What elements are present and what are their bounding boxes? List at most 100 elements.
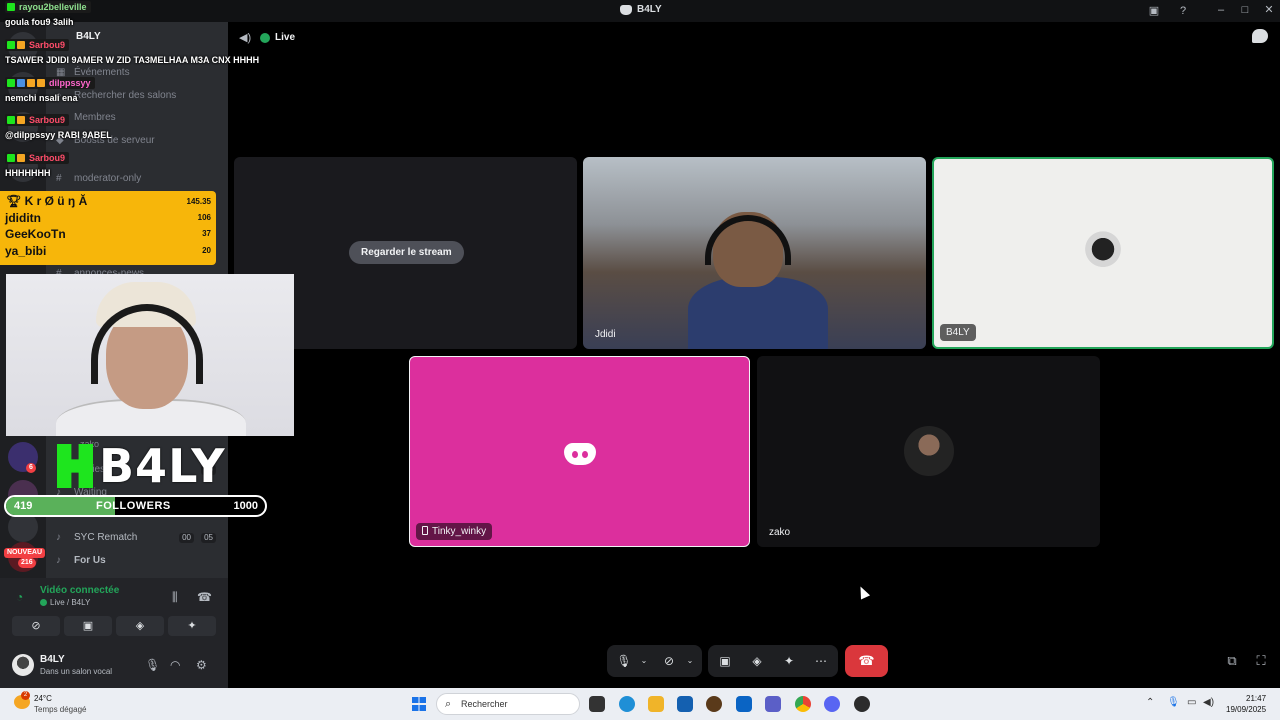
follower-count: 419 bbox=[14, 500, 33, 512]
soundboard-icon[interactable]: ✦ bbox=[780, 653, 798, 669]
participant-video bbox=[705, 215, 791, 265]
avatar bbox=[1077, 227, 1129, 279]
chevron-down-icon[interactable]: ⌄ bbox=[685, 653, 695, 669]
weather-description[interactable]: Temps dégagé bbox=[34, 705, 86, 714]
help-icon[interactable]: ? bbox=[1176, 4, 1190, 18]
subscriber-badge-icon bbox=[7, 3, 15, 11]
user-name[interactable]: B4LY bbox=[40, 654, 65, 665]
taskbar-search-input[interactable]: ⌕ Rechercher bbox=[436, 693, 580, 715]
watch-stream-button[interactable]: Regarder le stream bbox=[349, 241, 464, 264]
participant-name: B4LY bbox=[940, 324, 976, 341]
stage-header: ◀) Live bbox=[228, 22, 1280, 54]
user-status: Dans un salon vocal bbox=[40, 667, 113, 676]
chat-icon[interactable] bbox=[1252, 29, 1268, 43]
inbox-icon[interactable]: ▣ bbox=[1147, 4, 1161, 18]
camera-off-icon[interactable]: ⊘ bbox=[660, 653, 678, 669]
channel-search[interactable]: ⌕ Rechercher des salons bbox=[56, 88, 226, 104]
brand-overlay: B4LY bbox=[57, 439, 226, 493]
user-panel: B4LY Dans un salon vocal 🎙 ◠ ⚙ bbox=[0, 650, 228, 688]
follower-goal-bar: 419 FOLLOWERS 1000 bbox=[4, 495, 267, 517]
search-icon: ⌕ bbox=[445, 698, 452, 710]
activities-icon[interactable]: ◈ bbox=[748, 653, 766, 669]
participant-name: Jdidi bbox=[595, 329, 616, 340]
participant-name: Tinky_winky bbox=[416, 523, 493, 540]
disconnect-button[interactable]: ☎ bbox=[845, 645, 888, 677]
edge-icon[interactable] bbox=[619, 696, 635, 712]
close-button[interactable]: ✕ bbox=[1262, 3, 1276, 17]
brand-logo-icon bbox=[57, 444, 93, 488]
microphone-icon[interactable]: 🎙 bbox=[1167, 697, 1180, 708]
maximize-button[interactable]: □ bbox=[1238, 3, 1252, 17]
participant-tile-b4ly[interactable]: B4LY bbox=[932, 157, 1274, 349]
subscriber-badge-icon bbox=[7, 41, 15, 49]
obs-icon[interactable] bbox=[854, 696, 870, 712]
chevron-up-icon[interactable]: ⌃ bbox=[1146, 697, 1154, 708]
subscriber-badge-icon bbox=[7, 79, 15, 87]
gifter-badge-icon bbox=[17, 154, 25, 162]
streamer-webcam bbox=[6, 274, 294, 436]
chat-message: goula fou9 3alih bbox=[5, 17, 74, 27]
bits-badge-icon bbox=[37, 79, 45, 87]
server-name[interactable]: B4LY bbox=[76, 31, 101, 42]
unread-badge: 216 bbox=[18, 558, 36, 568]
volume-icon[interactable]: ◀) bbox=[1203, 697, 1214, 708]
file-explorer-icon[interactable] bbox=[648, 696, 664, 712]
chat-username: Sarbou9 bbox=[5, 152, 70, 164]
channel-syc-rematch[interactable]: ♪ SYC Rematch 00 05 bbox=[56, 530, 226, 546]
screen-share-icon[interactable]: ▣ bbox=[716, 653, 734, 669]
clock-time[interactable]: 21:47 bbox=[1246, 694, 1266, 703]
store-icon[interactable] bbox=[677, 696, 693, 712]
subscriber-badge-icon bbox=[7, 116, 15, 124]
gear-icon[interactable]: ⚙ bbox=[196, 658, 207, 672]
more-options-icon[interactable]: ⋯ bbox=[812, 653, 830, 669]
live-dot-icon bbox=[40, 599, 47, 607]
voice-status[interactable]: Vidéo connectée bbox=[40, 585, 119, 596]
leaderboard-row: GeeKooTn 37 bbox=[5, 227, 211, 241]
avatar[interactable] bbox=[12, 654, 34, 676]
activities-button[interactable]: ◈ bbox=[116, 616, 164, 636]
chrome-icon[interactable] bbox=[795, 696, 811, 712]
notification-badge: 2 bbox=[21, 691, 30, 700]
chevron-down-icon[interactable]: ⌄ bbox=[639, 653, 649, 669]
screen-share-button[interactable]: ▣ bbox=[64, 616, 112, 636]
channel-members[interactable]: ☺Membres bbox=[56, 110, 226, 126]
channel-for-us[interactable]: ♪ For Us bbox=[56, 553, 226, 569]
app-icon[interactable] bbox=[706, 696, 722, 712]
chat-username: Sarbou9 bbox=[5, 39, 70, 51]
signal-icon[interactable]: ◔ bbox=[16, 590, 23, 604]
minimize-button[interactable]: – bbox=[1214, 3, 1228, 17]
speaker-icon: ◀) bbox=[239, 32, 252, 44]
live-status-icon bbox=[260, 33, 270, 43]
task-view-icon[interactable] bbox=[589, 696, 605, 712]
chat-message: @dilppssyy RABI 9ABEL bbox=[5, 130, 112, 140]
discord-logo-icon bbox=[620, 4, 632, 15]
gifter-badge-icon bbox=[27, 79, 35, 87]
participant-tile-zako[interactable]: zako bbox=[757, 356, 1100, 547]
participant-tile-tinky-winky[interactable]: Tinky_winky bbox=[409, 356, 750, 547]
disconnect-icon[interactable]: ☎ bbox=[197, 590, 212, 604]
headphones-icon[interactable]: ◠ bbox=[170, 658, 180, 672]
leaderboard-widget: 🏆︎ K r Ø ü ŋ Ă 145.35 jdiditn 106 GeeKooT… bbox=[0, 191, 216, 265]
clock-date[interactable]: 19/09/2025 bbox=[1226, 705, 1266, 714]
noise-suppression-icon[interactable]: ⫼ bbox=[172, 590, 178, 605]
activity-controls: ▣ ◈ ✦ ⋯ bbox=[708, 645, 838, 677]
soundboard-button[interactable]: ✦ bbox=[168, 616, 216, 636]
windows-start-icon[interactable] bbox=[412, 697, 426, 711]
camera-off-button[interactable]: ⊘ bbox=[12, 616, 60, 636]
discord-icon[interactable] bbox=[824, 696, 840, 712]
fullscreen-icon[interactable]: ⛶ bbox=[1253, 653, 1269, 669]
pop-out-icon[interactable]: ⧉ bbox=[1224, 653, 1240, 669]
participant-tile-jdidi[interactable]: Jdidi bbox=[583, 157, 926, 349]
microphone-icon[interactable]: 🎙 bbox=[145, 658, 160, 672]
microphone-icon[interactable]: 🎙 bbox=[615, 653, 633, 669]
speaker-icon: ♪ bbox=[56, 555, 61, 566]
channel-moderator-only[interactable]: # moderator-only bbox=[56, 171, 226, 187]
teams-icon[interactable] bbox=[765, 696, 781, 712]
unread-badge: 6 bbox=[26, 463, 36, 473]
voice-location[interactable]: Live / B4LY bbox=[40, 598, 90, 607]
voice-connection-panel: ◔ Vidéo connectée Live / B4LY ⫼ ☎ ⊘ ▣ ◈ … bbox=[0, 578, 228, 688]
new-badge: NOUVEAU bbox=[4, 548, 46, 558]
outlook-icon[interactable] bbox=[736, 696, 752, 712]
network-icon[interactable]: ▭ bbox=[1187, 697, 1196, 708]
weather-temperature[interactable]: 24°C bbox=[34, 694, 52, 703]
